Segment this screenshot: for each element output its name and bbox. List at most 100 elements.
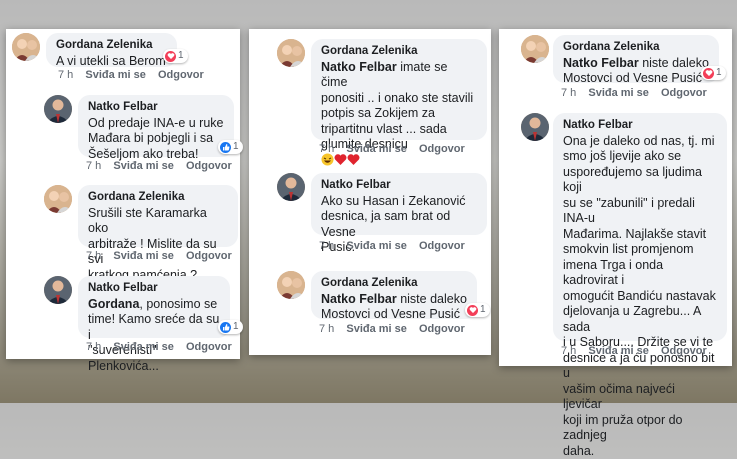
comment-gordana-3: Gordana Zelenika Natko Felbar imate se č…: [249, 29, 491, 159]
timestamp: 7 h: [86, 341, 101, 353]
comment-bubble: Gordana Zelenika Natko Felbar imate se č…: [311, 39, 487, 140]
comment-gordana-4: Gordana Zelenika Natko Felbar niste dale…: [249, 267, 491, 352]
reaction-count-value: 1: [480, 303, 486, 317]
comment-bubble: Natko Felbar Gordana, ponosimo se time! …: [78, 276, 230, 338]
like-link[interactable]: Sviđa mi se: [113, 160, 174, 172]
reaction-count[interactable]: 1: [218, 140, 243, 154]
comment-bubble: Natko Felbar Od predaje INA-e u ruke Mađ…: [78, 95, 234, 157]
comment-author[interactable]: Natko Felbar: [88, 281, 220, 297]
comment-author[interactable]: Natko Felbar: [88, 100, 224, 116]
comments-panel-2: Gordana Zelenika Natko Felbar imate se č…: [249, 29, 491, 355]
tagged-user[interactable]: Natko Felbar: [321, 292, 397, 306]
comment-author[interactable]: Gordana Zelenika: [321, 44, 477, 60]
comment-text: Od predaje INA-e u ruke Mađara bi pobjeg…: [88, 116, 224, 163]
timestamp: 7 h: [86, 250, 101, 262]
comment-natko-3: Natko Felbar Ako su Hasan i Zekanović de…: [249, 169, 491, 264]
avatar-gordana[interactable]: [277, 39, 305, 67]
timestamp: 7 h: [58, 69, 73, 81]
avatar-natko[interactable]: [44, 95, 72, 123]
comment-bubble: Gordana Zelenika A vi utekli sa Berom: [46, 33, 177, 67]
comment-author[interactable]: Gordana Zelenika: [56, 38, 167, 54]
comment-actions: 7 h Sviđa mi se Odgovor: [86, 341, 241, 353]
like-icon: [220, 142, 231, 153]
comment-author[interactable]: Gordana Zelenika: [321, 276, 467, 292]
reply-link[interactable]: Odgovor: [186, 341, 232, 353]
tagged-user[interactable]: Gordana: [88, 297, 139, 311]
reply-link[interactable]: Odgovor: [419, 240, 465, 252]
comment-author[interactable]: Gordana Zelenika: [88, 190, 228, 206]
reaction-count-value: 1: [716, 66, 722, 80]
reply-link[interactable]: Odgovor: [661, 345, 707, 357]
like-link[interactable]: Sviđa mi se: [588, 345, 649, 357]
comment-bubble: Natko Felbar Ona je daleko od nas, tj. m…: [553, 113, 727, 341]
comment-author[interactable]: Natko Felbar: [321, 178, 477, 194]
reaction-count-value: 1: [233, 140, 239, 154]
comment-bubble: Gordana Zelenika Natko Felbar niste dale…: [553, 35, 719, 83]
comment-gordana-1: Gordana Zelenika A vi utekli sa Berom 1 …: [6, 29, 240, 89]
comment-bubble: Gordana Zelenika Srušili ste Karamarka o…: [78, 185, 238, 247]
comment-actions: 7 h Sviđa mi se Odgovor: [319, 240, 474, 252]
avatar-natko[interactable]: [277, 173, 305, 201]
like-icon: [220, 322, 231, 333]
timestamp: 7 h: [319, 143, 334, 155]
reaction-count[interactable]: 1: [163, 49, 188, 63]
timestamp: 7 h: [561, 87, 576, 99]
comment-author[interactable]: Natko Felbar: [563, 118, 717, 134]
reply-link[interactable]: Odgovor: [186, 160, 232, 172]
comment-author[interactable]: Gordana Zelenika: [563, 40, 709, 56]
like-link[interactable]: Sviđa mi se: [113, 341, 174, 353]
comment-actions: 7 h Sviđa mi se Odgovor: [86, 250, 241, 262]
comment-actions: 7 h Sviđa mi se Odgovor: [319, 143, 474, 155]
reply-link[interactable]: Odgovor: [419, 323, 465, 335]
timestamp: 7 h: [319, 240, 334, 252]
like-link[interactable]: Sviđa mi se: [113, 250, 174, 262]
comment-actions: 7 h Sviđa mi se Odgovor: [86, 160, 241, 172]
comment-gordana-5: Gordana Zelenika Natko Felbar niste dale…: [499, 29, 732, 107]
heart-icon: [703, 68, 714, 79]
comments-panel-3: Gordana Zelenika Natko Felbar niste dale…: [499, 29, 732, 366]
avatar-gordana[interactable]: [44, 185, 72, 213]
timestamp: 7 h: [319, 323, 334, 335]
comment-text: Natko Felbar niste daleko Mostovci od Ve…: [563, 56, 709, 87]
comment-actions: 7 h Sviđa mi se Odgovor: [319, 323, 474, 335]
avatar-gordana[interactable]: [521, 35, 549, 63]
reaction-count-value: 1: [178, 49, 184, 63]
comment-natko-2: Natko Felbar Gordana, ponosimo se time! …: [6, 272, 240, 357]
avatar-gordana[interactable]: [277, 271, 305, 299]
avatar-gordana[interactable]: [12, 33, 40, 61]
comment-gordana-2: Gordana Zelenika Srušili ste Karamarka o…: [6, 181, 240, 266]
like-link[interactable]: Sviđa mi se: [346, 143, 407, 155]
reply-link[interactable]: Odgovor: [419, 143, 465, 155]
comments-panel-1: Gordana Zelenika A vi utekli sa Berom 1 …: [6, 29, 240, 359]
comment-bubble: Gordana Zelenika Natko Felbar niste dale…: [311, 271, 477, 319]
comment-actions: 7 h Sviđa mi se Odgovor: [58, 69, 213, 81]
tagged-user[interactable]: Natko Felbar: [321, 60, 397, 74]
comment-text: Natko Felbar niste daleko Mostovci od Ve…: [321, 292, 467, 323]
timestamp: 7 h: [86, 160, 101, 172]
avatar-natko[interactable]: [521, 113, 549, 141]
like-link[interactable]: Sviđa mi se: [346, 323, 407, 335]
heart-icon: [467, 305, 478, 316]
comment-actions: 7 h Sviđa mi se Odgovor: [561, 87, 716, 99]
reply-link[interactable]: Odgovor: [158, 69, 204, 81]
like-link[interactable]: Sviđa mi se: [588, 87, 649, 99]
heart-icon: [165, 51, 176, 62]
comment-text: Ona je daleko od nas, tj. mi smo još lje…: [563, 134, 717, 459]
reaction-count-value: 1: [233, 320, 239, 334]
like-link[interactable]: Sviđa mi se: [346, 240, 407, 252]
timestamp: 7 h: [561, 345, 576, 357]
tagged-user[interactable]: Natko Felbar: [563, 56, 639, 70]
comment-text: A vi utekli sa Berom: [56, 54, 167, 70]
reaction-count[interactable]: 1: [218, 320, 243, 334]
reply-link[interactable]: Odgovor: [186, 250, 232, 262]
reaction-count[interactable]: 1: [465, 303, 490, 317]
reaction-count[interactable]: 1: [701, 66, 726, 80]
comment-actions: 7 h Sviđa mi se Odgovor: [561, 345, 716, 357]
comment-natko-4: Natko Felbar Ona je daleko od nas, tj. m…: [499, 109, 732, 364]
comment-bubble: Natko Felbar Ako su Hasan i Zekanović de…: [311, 173, 487, 235]
comment-text: Gordana, ponosimo se time! Kamo sreće da…: [88, 297, 220, 375]
reply-link[interactable]: Odgovor: [661, 87, 707, 99]
comment-natko-1: Natko Felbar Od predaje INA-e u ruke Mađ…: [6, 91, 240, 176]
avatar-natko[interactable]: [44, 276, 72, 304]
like-link[interactable]: Sviđa mi se: [85, 69, 146, 81]
